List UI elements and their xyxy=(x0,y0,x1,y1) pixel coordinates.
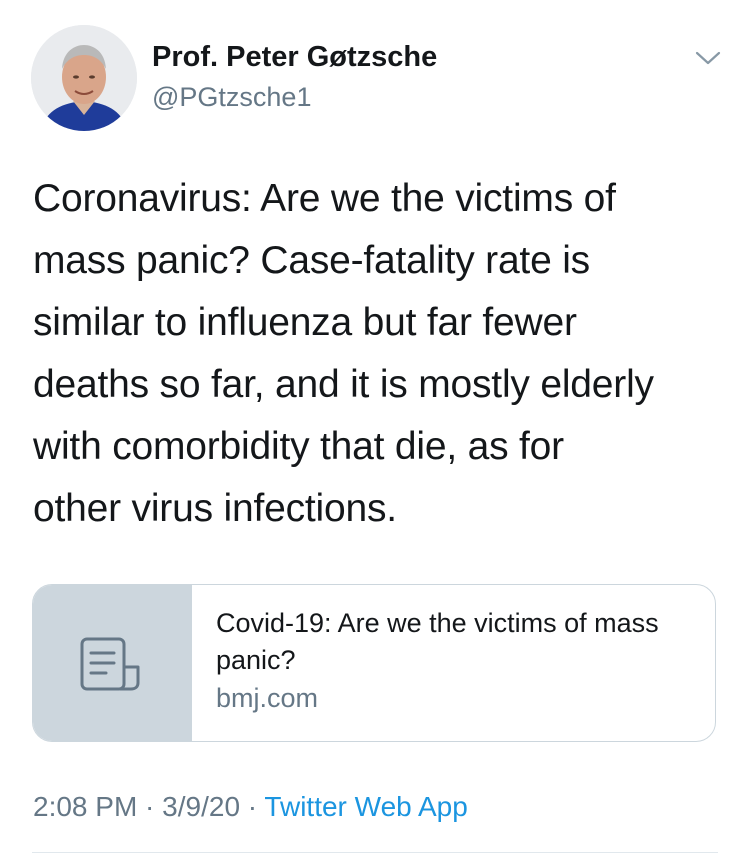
avatar[interactable] xyxy=(31,25,137,131)
tweet-meta: 2:08 PM · 3/9/20 · Twitter Web App xyxy=(33,791,468,823)
tweet-time[interactable]: 2:08 PM xyxy=(33,791,137,822)
divider xyxy=(32,852,718,853)
meta-separator: · xyxy=(240,791,265,822)
card-thumbnail xyxy=(33,585,192,741)
chevron-down-icon[interactable] xyxy=(694,48,722,68)
tweet-text: Coronavirus: Are we the victims of mass … xyxy=(33,177,654,530)
tweet-date[interactable]: 3/9/20 xyxy=(162,791,240,822)
author-name[interactable]: Prof. Peter Gøtzsche xyxy=(152,41,437,74)
card-title: Covid-19: Are we the victims of mass pan… xyxy=(216,608,659,675)
meta-separator: · xyxy=(137,791,163,822)
author-handle[interactable]: @PGtzsche1 xyxy=(152,82,311,113)
link-card[interactable]: Covid-19: Are we the victims of mass pan… xyxy=(32,584,716,742)
document-icon xyxy=(80,637,140,691)
tweet-source-link[interactable]: Twitter Web App xyxy=(264,791,467,822)
card-domain: bmj.com xyxy=(216,683,319,713)
